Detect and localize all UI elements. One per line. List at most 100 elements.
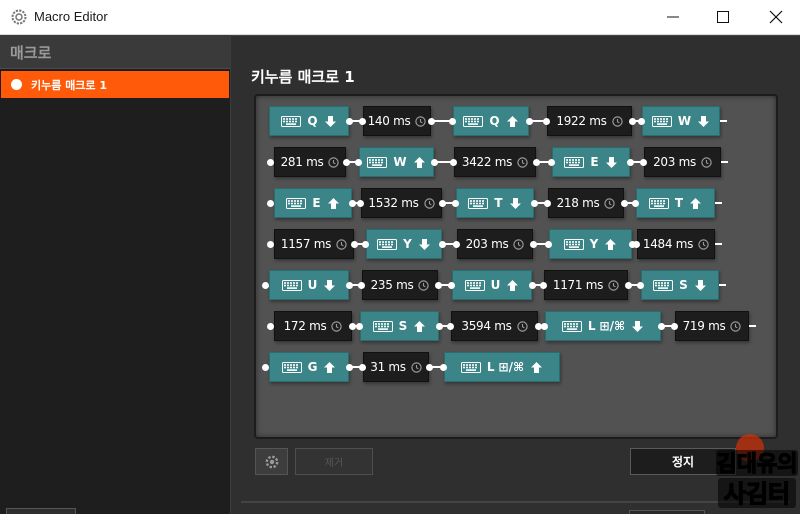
key-down-chip[interactable]: U <box>269 270 349 300</box>
delay-chip[interactable]: 172 ms <box>274 311 352 341</box>
remove-button[interactable]: 제거 <box>295 448 373 475</box>
key-up-chip[interactable]: E <box>274 188 352 218</box>
connector-node <box>351 240 358 248</box>
delay-label: 218 ms <box>556 196 600 210</box>
delay-chip[interactable]: 31 ms <box>363 352 429 382</box>
clock-icon <box>608 279 619 291</box>
delay-chip[interactable]: 140 ms <box>363 106 431 136</box>
connector-node <box>262 281 269 289</box>
window-title: Macro Editor <box>34 9 108 24</box>
key-label: W <box>677 114 692 128</box>
keyboard-icon <box>281 361 302 373</box>
key-up-chip[interactable]: L ⊞/⌘ <box>444 352 560 382</box>
clock-icon <box>411 361 422 373</box>
key-label: Q <box>489 114 500 128</box>
connector-node <box>545 240 552 248</box>
modifier-label: ⊞/⌘ <box>498 360 525 374</box>
connector-node <box>453 240 460 248</box>
connector-node <box>428 117 435 125</box>
connector-node <box>629 117 636 125</box>
connector-node <box>543 117 550 125</box>
arrow-up-icon <box>414 320 426 332</box>
macro-list-item-selected[interactable]: 키누름 매크로 1 <box>1 71 229 98</box>
key-label: S <box>679 278 688 292</box>
delay-chip[interactable]: 1157 ms <box>274 229 354 259</box>
key-up-chip[interactable]: G <box>269 352 349 382</box>
clock-icon <box>517 156 528 168</box>
key-down-chip[interactable]: E <box>552 147 630 177</box>
delay-chip[interactable]: 1484 ms <box>637 229 715 259</box>
connector-node <box>447 322 454 330</box>
key-label: Y <box>403 237 412 251</box>
row-end-connector <box>715 243 722 245</box>
key-down-chip[interactable]: S <box>641 270 719 300</box>
key-up-chip[interactable]: Q <box>453 106 529 136</box>
keyboard-icon <box>651 115 672 127</box>
key-down-chip[interactable]: L ⊞/⌘ <box>545 311 661 341</box>
arrow-down-icon <box>324 115 336 127</box>
arrow-up-icon <box>327 197 339 209</box>
row-end-connector <box>749 325 756 327</box>
key-up-chip[interactable]: U <box>452 270 532 300</box>
connector-node <box>450 158 457 166</box>
connector-node <box>640 158 647 166</box>
app-gear-icon <box>11 9 27 25</box>
connector-node <box>431 158 438 166</box>
delay-chip[interactable]: 281 ms <box>274 147 346 177</box>
key-up-chip[interactable]: T <box>636 188 715 218</box>
delay-chip[interactable]: 235 ms <box>362 270 438 300</box>
macro-step-canvas[interactable]: Q 140 ms Q 1922 ms W 281 ms W 3422 ms E 203 ms E 15… <box>254 94 778 439</box>
delay-chip[interactable]: 3422 ms <box>454 147 536 177</box>
footer-button[interactable] <box>629 510 705 514</box>
key-label: E <box>312 196 321 210</box>
clock-icon <box>516 320 528 332</box>
clock-icon <box>423 197 435 209</box>
key-down-chip[interactable]: Q <box>269 106 349 136</box>
delay-chip[interactable]: 1171 ms <box>544 270 628 300</box>
arrow-down-icon <box>632 320 644 332</box>
connector-node <box>355 158 362 166</box>
connector-node <box>530 240 537 248</box>
delay-chip[interactable]: 203 ms <box>644 147 721 177</box>
keyboard-icon <box>281 279 302 291</box>
settings-button[interactable] <box>255 448 288 475</box>
keyboard-icon <box>561 320 582 332</box>
key-up-chip[interactable]: Y <box>549 229 632 259</box>
arrow-down-icon <box>324 279 336 291</box>
connector-node <box>529 281 536 289</box>
arrow-up-icon <box>507 279 519 291</box>
key-label: U <box>490 278 501 292</box>
delay-label: 172 ms <box>283 319 327 333</box>
close-icon <box>769 10 783 24</box>
delay-chip[interactable]: 218 ms <box>548 188 624 218</box>
keyboard-icon <box>648 197 669 209</box>
connector-node <box>346 117 353 125</box>
key-down-chip[interactable]: W <box>642 106 720 136</box>
connector-node <box>621 199 628 207</box>
gear-icon <box>265 455 278 468</box>
clock-icon <box>698 238 709 250</box>
delay-chip[interactable]: 1922 ms <box>547 106 632 136</box>
maximize-button[interactable] <box>700 0 746 34</box>
connector-node <box>343 158 350 166</box>
delay-label: 3422 ms <box>461 155 513 169</box>
minimize-button[interactable] <box>650 0 696 34</box>
key-down-chip[interactable]: T <box>456 188 534 218</box>
keyboard-icon <box>281 115 302 127</box>
delay-chip[interactable]: 203 ms <box>457 229 533 259</box>
connector-node <box>658 322 665 330</box>
delay-chip[interactable]: 719 ms <box>675 311 749 341</box>
delay-chip[interactable]: 3594 ms <box>451 311 538 341</box>
arrow-down-icon <box>694 279 706 291</box>
delay-chip[interactable]: 1532 ms <box>361 188 442 218</box>
key-up-chip[interactable]: W <box>359 147 434 177</box>
connector-node <box>346 363 353 371</box>
key-down-chip[interactable]: Y <box>366 229 442 259</box>
row-end-connector <box>721 161 728 163</box>
connector-node <box>356 322 363 330</box>
add-macro-button[interactable] <box>6 508 76 514</box>
key-up-chip[interactable]: S <box>360 311 439 341</box>
close-button[interactable] <box>753 0 799 34</box>
watermark-logo: 김대유의 사김터 <box>716 434 798 509</box>
macro-list-header: 매크로 <box>0 35 230 69</box>
